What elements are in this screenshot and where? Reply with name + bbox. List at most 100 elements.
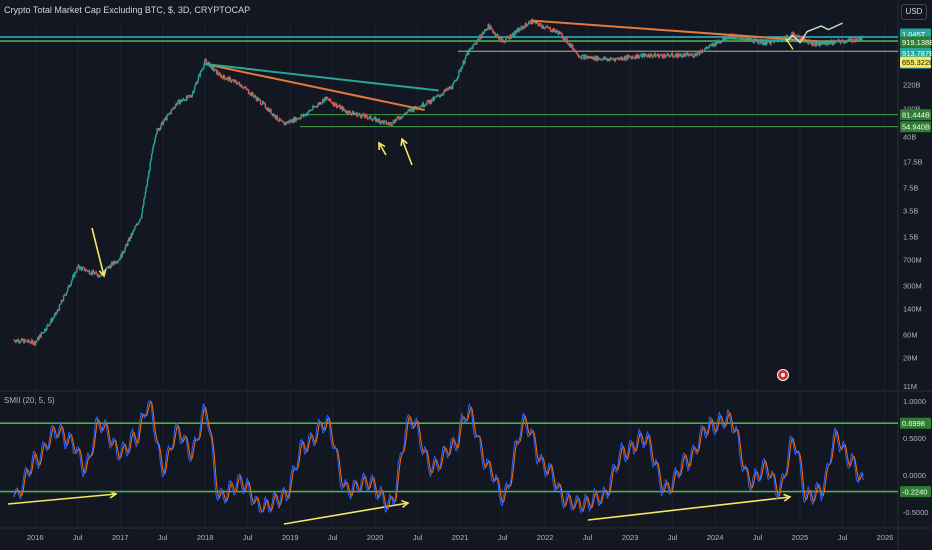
x-tick-label: 2017	[112, 533, 129, 542]
candle-body	[270, 109, 272, 114]
x-tick-label: 2020	[367, 533, 384, 542]
candle-body	[159, 126, 162, 130]
x-tick-label: Jul	[243, 533, 253, 542]
x-tick-label: 2025	[792, 533, 809, 542]
x-tick-label: Jul	[413, 533, 423, 542]
indicator-title: SMII (20, 5, 5)	[4, 396, 55, 405]
x-tick-label: 2023	[622, 533, 639, 542]
price-tick-label: 3.5B	[903, 207, 918, 216]
candle-body	[122, 252, 125, 254]
price-tag: 655.322B	[900, 56, 932, 68]
chart-canvas[interactable]: 2016 Jul 2017 Jul 2018 Jul 2019 Jul 2020 Jul 2021 J…	[0, 0, 932, 550]
candle-body	[276, 115, 279, 120]
annotation-arrow-icon	[587, 493, 792, 521]
candle-body	[213, 70, 216, 72]
candle-body	[38, 336, 40, 340]
candle-body	[671, 53, 674, 57]
price-tag-label: 54.940B	[902, 123, 930, 132]
candle-body	[625, 56, 627, 60]
price-tick-label: 140M	[903, 305, 922, 314]
candle-body	[504, 39, 507, 43]
candle-body	[95, 271, 98, 274]
candle-body	[177, 100, 179, 103]
candle-body	[193, 89, 195, 93]
candle-body	[141, 213, 143, 218]
candle-body	[127, 241, 129, 246]
indicator-tick-label: 0.5000	[903, 434, 926, 443]
candle-body	[862, 36, 864, 38]
annotation-arrow-icon	[400, 137, 413, 166]
x-tick-label: 2018	[197, 533, 214, 542]
candle-body	[139, 219, 141, 222]
candle-body	[143, 199, 145, 206]
price-tick-label: 17.5B	[903, 158, 923, 167]
candle-body	[540, 24, 543, 27]
x-tick-label: 2019	[282, 533, 299, 542]
candle-body	[426, 102, 428, 105]
indicator-tick-label: 0.0000	[903, 471, 926, 480]
x-tick-label: 2016	[27, 533, 44, 542]
price-tag: 81.444B	[900, 109, 931, 121]
candle-body	[382, 120, 384, 122]
candle-body	[223, 74, 225, 78]
currency-button[interactable]: USD	[901, 4, 927, 20]
candle-body	[65, 292, 68, 296]
chart-title: Crypto Total Market Cap Excluding BTC, $…	[4, 5, 251, 15]
price-tick-label: 40B	[903, 132, 916, 141]
candle-body	[488, 23, 490, 27]
candle-body	[516, 29, 518, 33]
candle-body	[46, 325, 48, 330]
price-tick-label: 1.5B	[903, 232, 918, 241]
candle-body	[592, 56, 595, 60]
candle-body	[437, 94, 440, 96]
candle-body	[152, 144, 155, 147]
price-tag-label: 655.322B	[902, 58, 932, 67]
candle-body	[162, 121, 165, 125]
candle-body	[478, 38, 480, 41]
candle-body	[36, 340, 38, 342]
candle-body	[60, 303, 62, 305]
candle-body	[59, 304, 61, 306]
candle-body	[692, 53, 694, 58]
price-tick-label: 11M	[903, 382, 917, 391]
x-tick-label: 2026	[877, 533, 894, 542]
candle-body	[661, 55, 663, 58]
candle-body	[282, 120, 284, 123]
price-tick-label: 28M	[903, 354, 918, 363]
x-tick-label: Jul	[583, 533, 593, 542]
candle-body	[203, 59, 206, 64]
candle-body	[658, 55, 661, 58]
indicator-tag-label: 0.6998	[902, 419, 925, 428]
candle-body	[511, 34, 513, 38]
candle-body	[512, 33, 515, 36]
candle-body	[274, 114, 276, 119]
indicator-tag: 0.6998	[900, 417, 931, 429]
price-tick-label: 7.5B	[903, 183, 918, 192]
candle-body	[149, 162, 151, 171]
orange-trendline	[530, 19, 836, 44]
x-tick-label: 2022	[537, 533, 554, 542]
signal-line	[13, 400, 864, 513]
price-tag: 54.940B	[900, 121, 931, 133]
candle-body	[206, 61, 208, 63]
price-tag-label: 81.444B	[902, 111, 930, 120]
x-tick-label: Jul	[158, 533, 168, 542]
x-tick-label: Jul	[838, 533, 848, 542]
price-tick-label: 220B	[903, 80, 921, 89]
x-tick-label: Jul	[668, 533, 678, 542]
x-tick-label: 2024	[707, 533, 724, 542]
indicator-tick-label: -0.5000	[903, 508, 928, 517]
price-candles	[13, 18, 864, 347]
orange-trendline	[204, 63, 425, 111]
candle-body	[427, 100, 429, 102]
tradingview-logo-icon	[777, 369, 789, 381]
candle-body	[648, 54, 650, 58]
candle-body	[542, 25, 545, 29]
candle-body	[425, 104, 427, 106]
candle-body	[156, 128, 158, 134]
candle-body	[670, 53, 672, 56]
x-tick-label: Jul	[498, 533, 508, 542]
price-tag-label: 919.138B	[902, 38, 932, 47]
candle-body	[134, 227, 136, 230]
candle-body	[199, 70, 202, 77]
